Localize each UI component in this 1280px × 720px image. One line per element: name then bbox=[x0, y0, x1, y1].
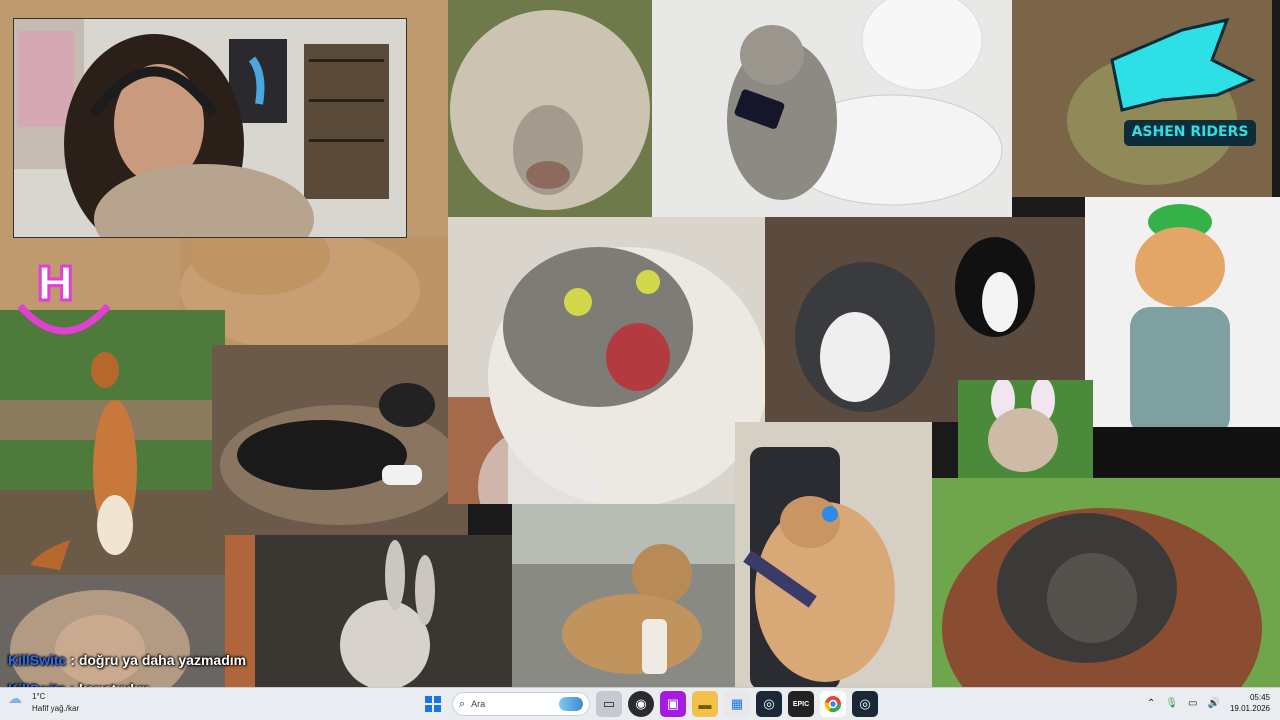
weather-cloud-icon: ☁ bbox=[8, 690, 22, 706]
meme-image-cat-gamer bbox=[735, 422, 932, 690]
clock-date: 19.01.2026 bbox=[1229, 704, 1270, 713]
file-explorer-icon[interactable]: ▬ bbox=[692, 691, 718, 717]
search-icon: ⌕ bbox=[459, 697, 466, 710]
chat-text: doğru ya daha yazmadım bbox=[78, 652, 247, 668]
taskbar-apps: ⌕ Ara ▭ ◉ ▣ ▬ ▦ ◎ EPIC ◎ bbox=[420, 691, 878, 717]
search-placeholder: Ara bbox=[471, 699, 486, 709]
clock[interactable]: 05:45 19.01.2026 bbox=[1230, 692, 1270, 714]
microphone-icon[interactable]: 🎙 bbox=[1165, 698, 1178, 709]
windows-start-icon[interactable] bbox=[420, 691, 446, 717]
meme-image-dog-controller bbox=[212, 345, 468, 535]
weather-description: Hafif yağ./kar bbox=[32, 704, 80, 713]
hi-sticker: H bbox=[14, 236, 114, 346]
steam-icon-2[interactable]: ◎ bbox=[852, 691, 878, 717]
webcam-overlay bbox=[13, 18, 407, 238]
epic-games-icon[interactable]: EPIC bbox=[788, 691, 814, 717]
volume-icon[interactable]: 🔊 bbox=[1208, 698, 1220, 709]
chrome-icon[interactable] bbox=[820, 691, 846, 717]
meme-image-bulldog-bunny bbox=[958, 380, 1093, 478]
obs-icon[interactable]: ◉ bbox=[628, 691, 654, 717]
chat-username: KillSwitc bbox=[8, 652, 67, 668]
system-tray: ⌃ 🎙 ▭ 🔊 05:45 19.01.2026 bbox=[1147, 692, 1270, 714]
svg-text:H: H bbox=[36, 257, 75, 311]
search-highlight-icon bbox=[559, 697, 583, 711]
store-icon[interactable]: ▦ bbox=[724, 691, 750, 717]
chevron-up-icon[interactable]: ⌃ bbox=[1147, 698, 1155, 709]
weather-temp: 1°C bbox=[32, 692, 46, 701]
task-view-icon[interactable]: ▭ bbox=[596, 691, 622, 717]
search-box[interactable]: ⌕ Ara bbox=[452, 692, 590, 716]
steam-icon[interactable]: ◎ bbox=[756, 691, 782, 717]
clock-time: 05:45 bbox=[1249, 693, 1270, 702]
meme-image-cat-shirt bbox=[1085, 197, 1280, 477]
chat-message: KillSwitc : doğru ya daha yazmadım bbox=[8, 652, 247, 668]
taskbar: ☁ 1°C Hafif yağ./kar ⌕ Ara ▭ ◉ ▣ ▬ ▦ ◎ E… bbox=[0, 687, 1280, 720]
meme-image-dog-street bbox=[512, 504, 735, 690]
meme-image-cat-toilet bbox=[652, 0, 1012, 217]
ashen-riders-logo-text: ASHEN RIDERS bbox=[1131, 124, 1249, 140]
twitch-icon[interactable]: ▣ bbox=[660, 691, 686, 717]
meme-image-shocked-cat bbox=[448, 217, 765, 504]
meme-image-monkey bbox=[0, 575, 225, 690]
meme-image-donkey bbox=[225, 535, 512, 690]
meme-image-sheep bbox=[448, 0, 652, 217]
meme-image-squirrel bbox=[0, 310, 225, 575]
ashen-riders-logo-tile: ASHEN RIDERS bbox=[1012, 0, 1272, 197]
display-icon[interactable]: ▭ bbox=[1188, 698, 1197, 709]
meme-image-orangutan bbox=[932, 478, 1280, 690]
weather-widget[interactable]: ☁ 1°C Hafif yağ./kar bbox=[8, 690, 79, 713]
